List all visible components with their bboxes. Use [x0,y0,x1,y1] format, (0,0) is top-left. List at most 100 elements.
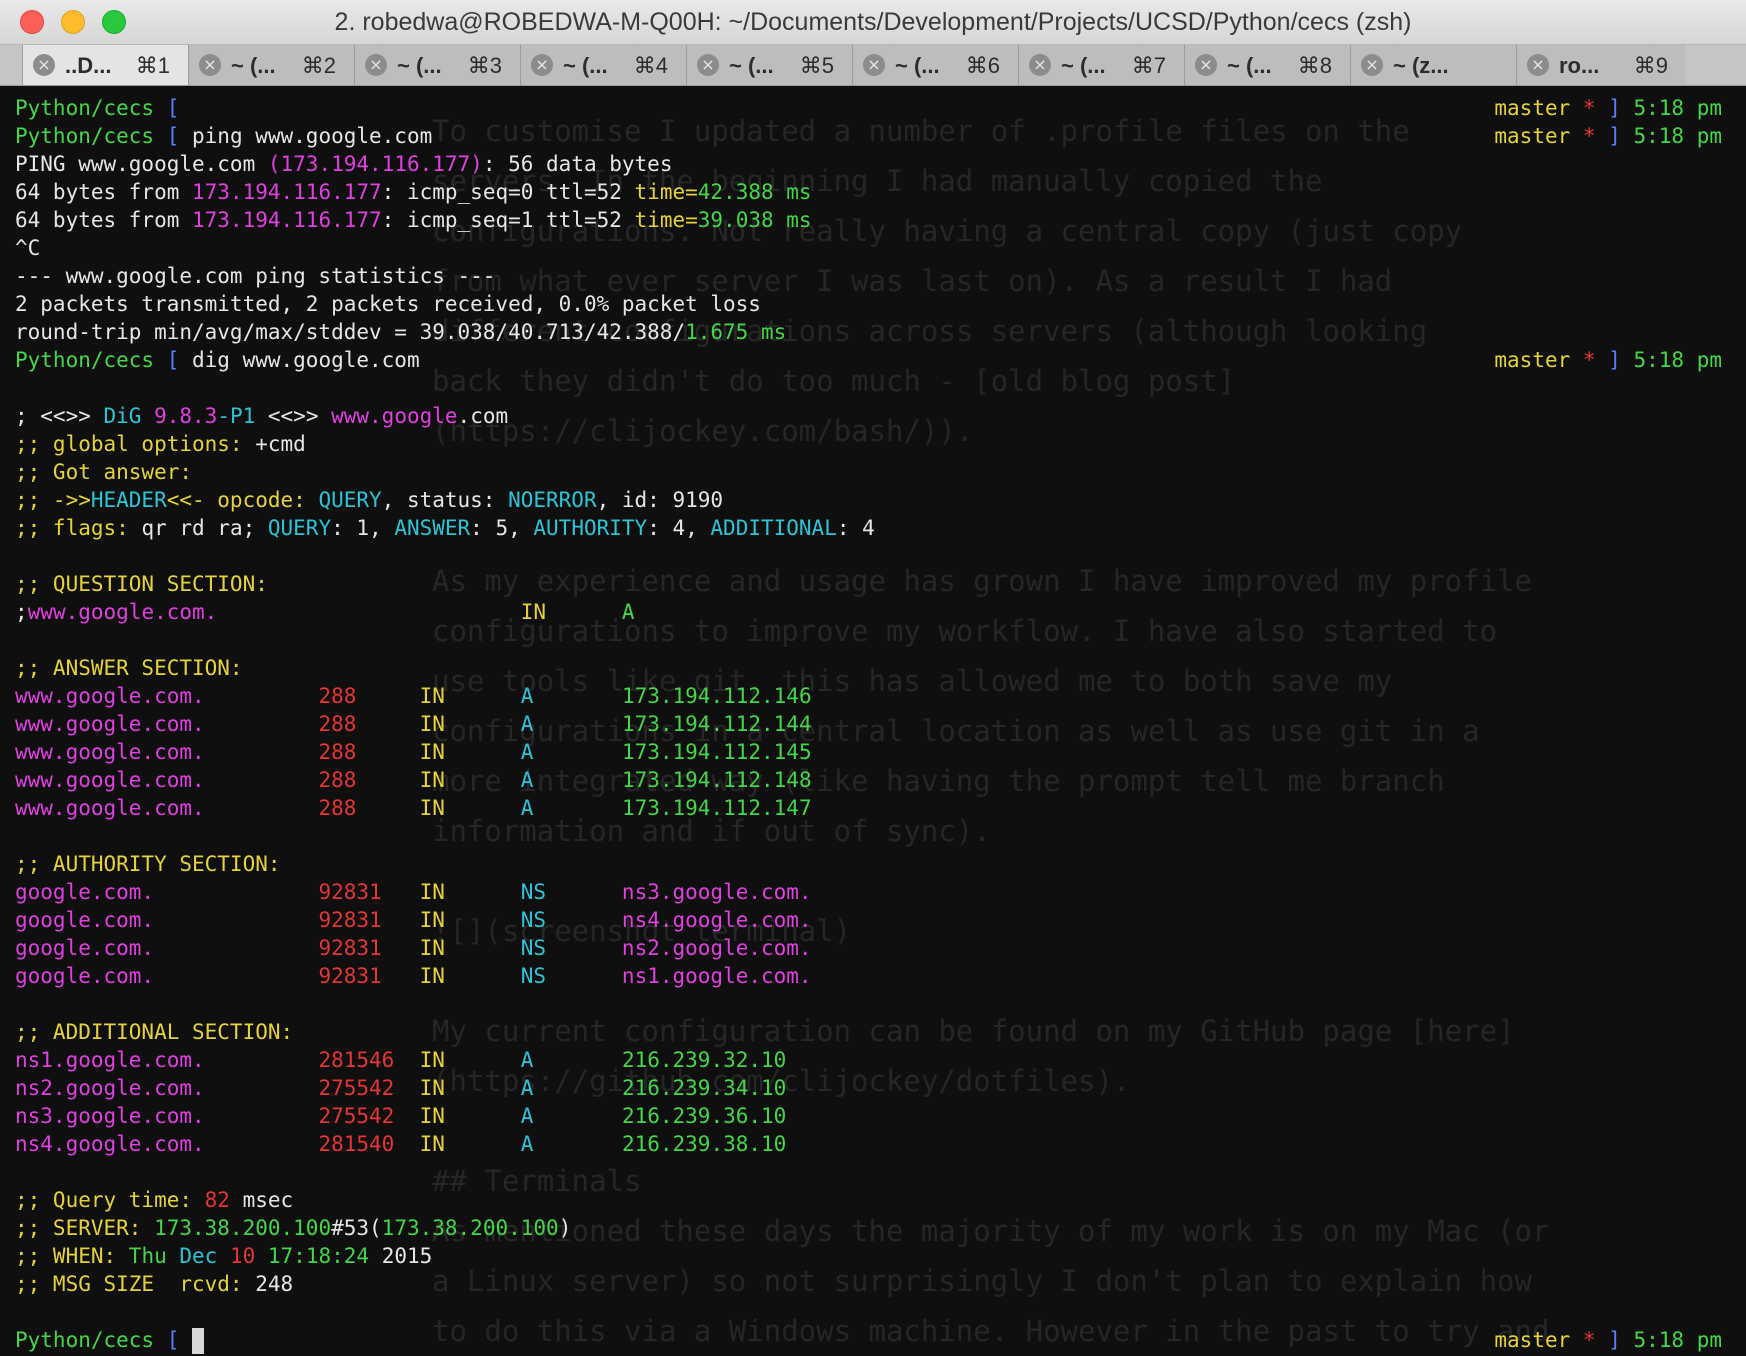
output-segment [382,964,420,988]
output-segment: ;; QUESTION SECTION: [15,572,268,596]
tab-6[interactable]: × ~ (... ⌘6 [852,45,1018,85]
tab-close-icon[interactable]: × [199,54,221,76]
tab-7[interactable]: × ~ (... ⌘7 [1018,45,1184,85]
tab-close-icon[interactable]: × [33,54,55,76]
tab-shortcut: ⌘4 [633,53,668,78]
output-segment: 92831 [318,936,382,960]
tab-5[interactable]: × ~ (... ⌘5 [686,45,852,85]
tab-2[interactable]: × ~ (... ⌘2 [188,45,354,85]
output-segment: A [520,684,534,708]
tab-shortcut: ⌘7 [1131,53,1166,78]
output-segment: ^C [15,236,41,260]
tab-close-icon[interactable]: × [697,54,719,76]
output-line: ns3.google.com. 275542 IN A 216.239.36.1… [15,1102,1746,1130]
tab-close-icon[interactable]: × [1361,54,1383,76]
tab-shortcut: ⌘9 [1633,53,1668,78]
tab-9[interactable]: × ~ (z... [1350,45,1516,85]
tab-close-icon[interactable]: × [1527,54,1549,76]
output-segment: www.google.com. [15,768,205,792]
tab-1[interactable]: × ..D... ⌘1 [22,45,188,85]
output-line: --- www.google.com ping statistics --- [15,262,1746,290]
output-segment: -P1 [217,404,256,428]
output-segment [445,1104,521,1128]
tab-close-icon[interactable]: × [1195,54,1217,76]
output-segment: 173.194.112.144 [621,712,812,736]
output-segment [394,1076,419,1100]
output-segment [445,740,521,764]
output-segment: ping www.google.com [192,124,433,148]
output-segment: 42.388 ms [697,180,812,204]
output-segment: <<>> [255,404,332,428]
output-segment: 9.8.3 [141,404,218,428]
output-segment: 216.239.38.10 [621,1132,787,1156]
output-segment: NS [520,880,547,904]
output-segment: IN [419,740,445,764]
output-segment [533,1076,622,1100]
output-segment [533,768,622,792]
output-line: 64 bytes from 173.194.116.177: icmp_seq=… [15,178,1746,206]
output-segment: ; <<>> [15,404,104,428]
tab-close-icon[interactable]: × [531,54,553,76]
output-segment: 64 bytes from [15,208,193,232]
output-segment: QUERY [267,516,332,540]
output-segment: ADDITIONAL [710,516,837,540]
output-line: www.google.com. 288 IN A 173.194.112.147 [15,794,1746,822]
output-segment: 2015 [369,1244,433,1268]
output-segment [356,684,419,708]
output-segment: (173.194.116.177) [267,152,483,176]
output-segment: A [520,1076,534,1100]
output-segment: , status: [381,488,509,512]
output-segment: ;; SERVER: [15,1216,155,1240]
output-segment: 82 [204,1188,230,1212]
output-line: ; <<>> DiG 9.8.3-P1 <<>> www.google.com [15,402,1746,430]
tab-4[interactable]: × ~ (... ⌘4 [520,45,686,85]
output-segment: 92831 [318,908,382,932]
tab-label: ro... [1559,53,1600,78]
output-segment: 173.194.116.177 [192,180,382,204]
output-segment [205,1132,319,1156]
output-segment: ;; ADDITIONAL SECTION: [15,1020,294,1044]
output-segment: time= [634,180,698,204]
output-segment [205,1048,319,1072]
output-segment: ns4.google.com. [15,1132,205,1156]
output-segment: 173.194.112.147 [621,796,812,820]
output-segment: 275542 [318,1076,395,1100]
output-segment [154,936,318,960]
output-segment: NS [520,936,547,960]
output-segment: A [520,1048,534,1072]
output-segment: Dec [166,1244,230,1268]
tab-3[interactable]: × ~ (... ⌘3 [354,45,520,85]
output-segment: : 4, [647,516,711,540]
output-segment: ns3.google.com. [621,880,812,904]
tab-10[interactable]: × ro... ⌘9 [1516,45,1686,85]
output-segment [546,936,622,960]
output-line: www.google.com. 288 IN A 173.194.112.144 [15,710,1746,738]
tab-8[interactable]: × ~ (... ⌘8 [1184,45,1350,85]
tab-label: ~ (... [895,53,940,78]
text-cursor [192,1328,205,1354]
output-segment: www.google.com. [27,600,218,624]
output-line: google.com. 92831 IN NS ns3.google.com. [15,878,1746,906]
output-segment: google.com. [15,964,155,988]
output-segment: round-trip min/avg/max/stddev = 39.038/4… [15,320,686,344]
output-segment: www.google [331,404,458,428]
output-segment: PING www.google.com [15,152,268,176]
prompt-line: Python/cecs [ ping www.google.com master … [15,122,1746,150]
title-bar[interactable]: 2. robedwa@ROBEDWA-M-Q00H: ~/Documents/D… [0,0,1746,45]
output-line: ;; QUESTION SECTION: [15,570,1746,598]
output-line: ;www.google.com. IN A [15,598,1746,626]
tab-close-icon[interactable]: × [1029,54,1051,76]
output-line: www.google.com. 288 IN A 173.194.112.146 [15,682,1746,710]
tab-close-icon[interactable]: × [365,54,387,76]
output-segment: * [1570,124,1609,148]
output-segment: IN [419,684,445,708]
tab-close-icon[interactable]: × [863,54,885,76]
output-segment: ;; WHEN: [15,1244,129,1268]
output-segment: ;; Got answer: [15,460,193,484]
output-segment: ns2.google.com. [621,936,812,960]
output-segment [533,712,622,736]
output-segment [533,1048,622,1072]
terminal-pane[interactable]: To customise I updated a number of .prof… [0,86,1746,1356]
output-segment: , id: 9190 [596,488,724,512]
